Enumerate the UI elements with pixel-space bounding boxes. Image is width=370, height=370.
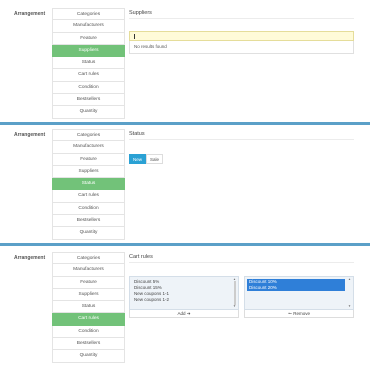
tab-cart-rules[interactable]: Cart rules (52, 190, 125, 203)
tab-cart-rules[interactable]: Cart rules (52, 69, 125, 82)
cart-rules-content: Cart rules Discount 5% Discount 15% New … (129, 254, 354, 318)
suppliers-panel: Arrangement Categories Manufacturers Fea… (0, 0, 370, 122)
tab-status[interactable]: Status (52, 57, 125, 70)
status-content: Status New Sale (129, 131, 354, 164)
scroll-down-icon[interactable]: ▼ (233, 305, 236, 308)
cart-rules-dual-list: Discount 5% Discount 15% New coupons 1-1… (129, 276, 354, 320)
arrangement-tabs: Categories Manufacturers Feature Supplie… (52, 8, 125, 119)
selected-rules-list[interactable]: Discount 10% Discount 20% ▲ ▼ (244, 276, 354, 310)
tab-categories[interactable]: Categories (52, 8, 125, 21)
tab-feature[interactable]: Feature (52, 153, 125, 166)
tab-categories[interactable]: Categories (52, 252, 125, 265)
page-title: Suppliers (129, 10, 354, 19)
page-title: Cart rules (129, 254, 354, 263)
tab-quantity[interactable]: Quantity (52, 227, 125, 240)
arrangement-label: Arrangement (14, 255, 46, 261)
scrollbar-track[interactable] (234, 281, 236, 305)
page-title: Status (129, 131, 354, 140)
status-toggle: New Sale (129, 154, 164, 164)
scroll-down-icon[interactable]: ▼ (348, 305, 351, 308)
tab-condition[interactable]: Condition (52, 325, 125, 339)
tab-condition[interactable]: Condition (52, 202, 125, 216)
tab-feature[interactable]: Feature (52, 276, 125, 289)
no-results-message: No results found (129, 41, 354, 54)
list-item[interactable]: New coupons 1-2 (132, 297, 236, 303)
suppliers-content: Suppliers No results found (129, 10, 354, 54)
tab-suppliers[interactable]: Suppliers (52, 165, 125, 179)
status-panel: Arrangement Categories Manufacturers Fea… (0, 125, 370, 243)
tab-condition[interactable]: Condition (52, 81, 125, 95)
supplier-search-input[interactable] (129, 31, 354, 41)
available-rules-list[interactable]: Discount 5% Discount 15% New coupons 1-1… (129, 276, 239, 310)
tab-bestsellers[interactable]: Bestsellers (52, 338, 125, 351)
scroll-up-icon[interactable]: ▲ (348, 278, 351, 281)
arrangement-tabs: Categories Manufacturers Feature Supplie… (52, 252, 125, 363)
tab-bestsellers[interactable]: Bestsellers (52, 94, 125, 107)
arrangement-label: Arrangement (14, 132, 46, 138)
add-button[interactable]: Add ➔ (129, 310, 239, 318)
scrollbar[interactable]: ▲ ▼ (233, 278, 237, 308)
tab-quantity[interactable]: Quantity (52, 106, 125, 119)
status-new-button[interactable]: New (129, 154, 147, 164)
tab-feature[interactable]: Feature (52, 32, 125, 45)
tab-bestsellers[interactable]: Bestsellers (52, 215, 125, 228)
tab-cart-rules[interactable]: Cart rules (52, 313, 125, 326)
scrollbar[interactable]: ▲ ▼ (348, 278, 352, 308)
arrangement-tabs: Categories Manufacturers Feature Supplie… (52, 129, 125, 240)
tab-manufacturers[interactable]: Manufacturers (52, 20, 125, 33)
tab-suppliers[interactable]: Suppliers (52, 288, 125, 302)
tab-quantity[interactable]: Quantity (52, 350, 125, 363)
tab-manufacturers[interactable]: Manufacturers (52, 141, 125, 154)
tab-manufacturers[interactable]: Manufacturers (52, 264, 125, 277)
tab-categories[interactable]: Categories (52, 129, 125, 142)
tab-status[interactable]: Status (52, 301, 125, 314)
arrangement-label: Arrangement (14, 11, 46, 17)
cart-rules-panel: Arrangement Categories Manufacturers Fea… (0, 246, 370, 370)
tab-suppliers[interactable]: Suppliers (52, 44, 125, 58)
status-sale-button[interactable]: Sale (146, 154, 164, 164)
list-item[interactable]: Discount 20% (247, 285, 345, 291)
text-caret (134, 34, 135, 39)
remove-button[interactable]: 🠐 Remove (244, 310, 354, 318)
tab-status[interactable]: Status (52, 178, 125, 191)
